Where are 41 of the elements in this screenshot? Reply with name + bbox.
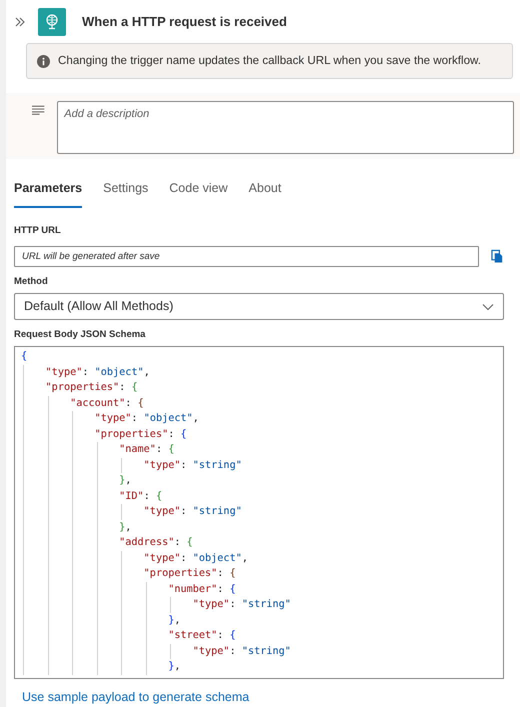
code-line: }, — [167, 660, 180, 674]
sample-payload-link[interactable]: Use sample payload to generate schema — [22, 690, 250, 704]
description-field[interactable]: Add a description — [57, 100, 514, 154]
code-line: }, — [167, 614, 180, 628]
code-line: "number": { — [167, 582, 236, 597]
lines-icon — [32, 104, 46, 115]
code-line: "type": "string" — [142, 458, 242, 473]
code-line: "address": { — [118, 536, 193, 550]
code-line: "properties": { — [94, 428, 187, 442]
trigger-title: When a HTTP request is received — [82, 12, 287, 31]
code-line: "properties": { — [44, 381, 138, 396]
field-label: Method — [14, 274, 49, 289]
code-line: "properties": { — [142, 567, 236, 582]
field-label: Request Body JSON Schema — [14, 328, 146, 342]
copy-icon[interactable] — [490, 248, 504, 264]
tab[interactable]: Parameters — [14, 174, 82, 208]
code-line: "type": "string" — [192, 598, 291, 612]
code-line: "account": { — [69, 396, 144, 411]
globe-icon — [38, 8, 66, 36]
code-line: "ID": { — [118, 490, 162, 504]
code-line: "type": "object", — [94, 412, 199, 426]
tab[interactable]: Code view — [169, 174, 228, 208]
chevron-down-icon — [482, 302, 494, 310]
double-chevron-icon[interactable] — [14, 16, 26, 28]
code-line: { — [21, 350, 28, 364]
code-line: "type": "string" — [142, 505, 242, 520]
code-line: }, — [118, 520, 132, 535]
field-label: HTTP URL — [14, 224, 62, 238]
code-line: "type": "string" — [192, 644, 291, 659]
code-editor[interactable] — [14, 346, 504, 680]
code-line: "street": { — [167, 629, 236, 644]
code-line: "type": "object", — [44, 366, 150, 380]
tab[interactable]: Settings — [103, 174, 148, 208]
code-line: }, — [118, 474, 132, 488]
info-icon — [37, 54, 50, 68]
method-dropdown[interactable]: Default (Allow All Methods) — [14, 293, 504, 320]
info-message: Changing the trigger name updates the callback URL when you save the workflow. — [58, 53, 481, 70]
code-line: "name": { — [118, 443, 174, 458]
url-field[interactable]: URL will be generated after save — [14, 246, 479, 267]
tab[interactable]: About — [248, 174, 282, 208]
code-line: "type": "object", — [142, 552, 248, 566]
